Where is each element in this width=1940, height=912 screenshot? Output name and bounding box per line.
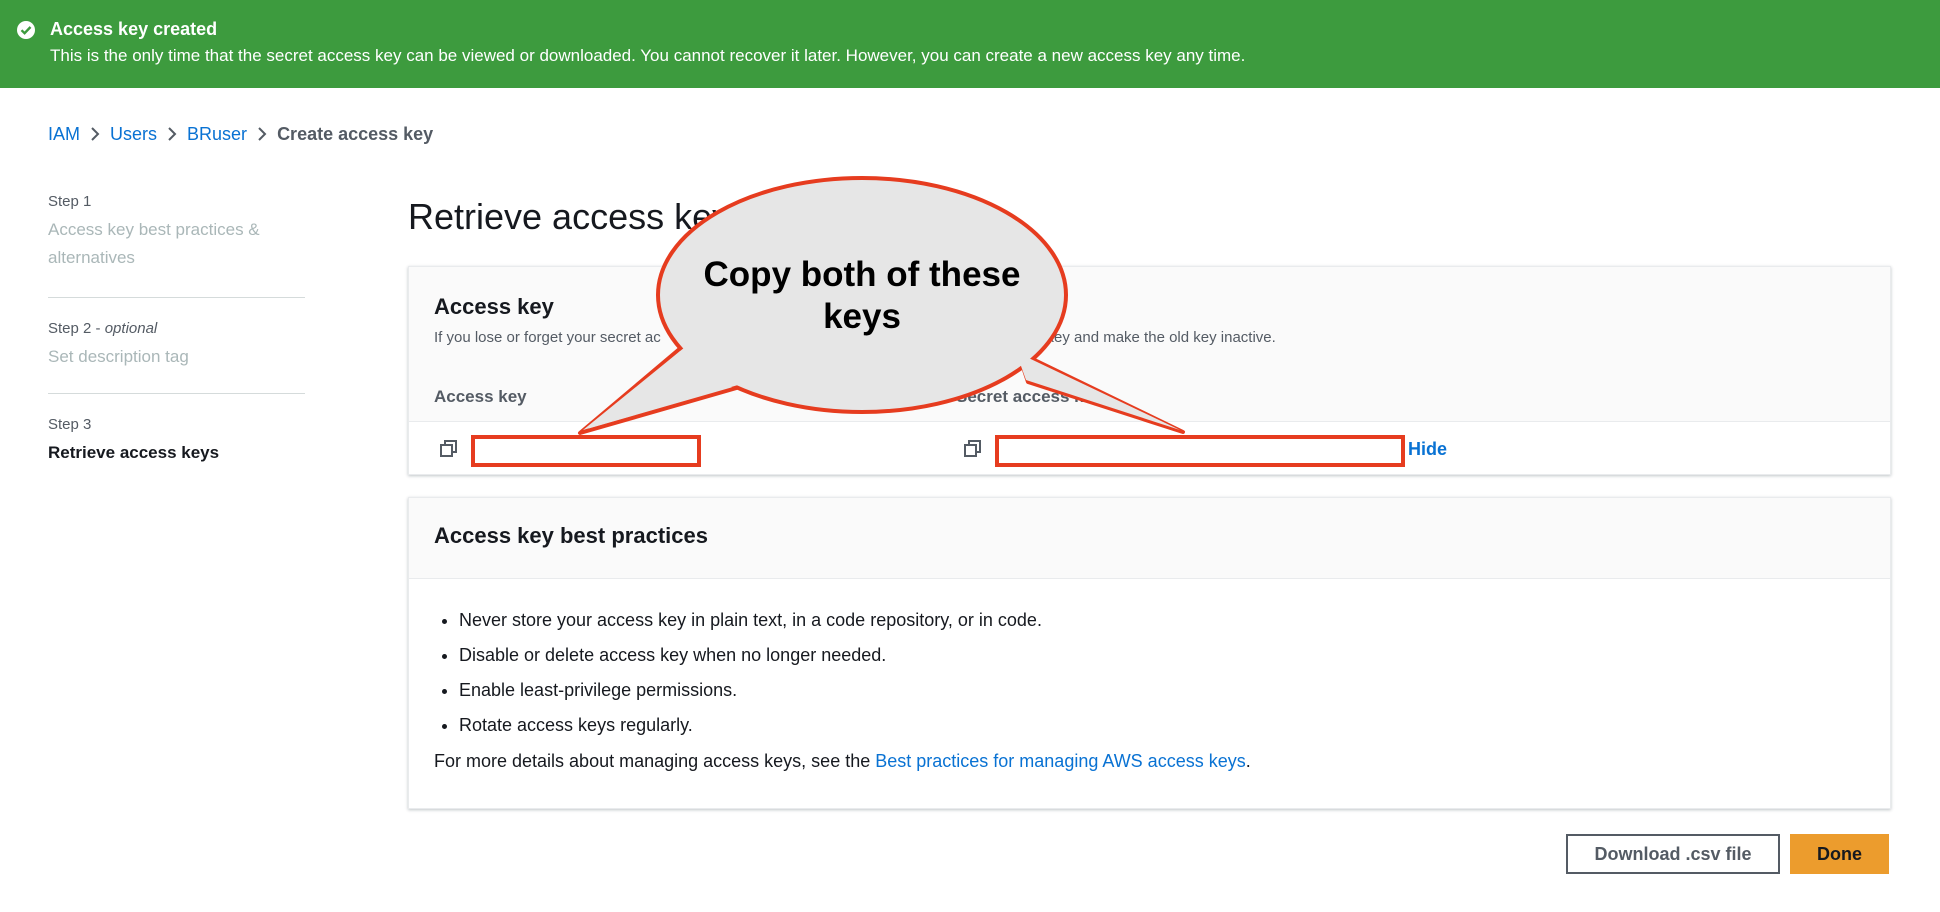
key-table-header (409, 371, 1890, 422)
breadcrumb-bruser[interactable]: BRuser (187, 124, 247, 145)
annotation-text: Copy both of these keys (684, 254, 1040, 338)
banner-message: This is the only time that the secret ac… (50, 46, 1246, 65)
list-item: Rotate access keys regularly. (459, 708, 1042, 743)
hide-secret-link[interactable]: Hide (1408, 439, 1447, 460)
access-key-panel-description-right: ccess key and make the old key inactive. (1004, 329, 1276, 346)
page-title: Retrieve access keys (408, 196, 749, 237)
step-2[interactable]: Step 2 - optional Set description tag (48, 320, 305, 371)
chevron-right-icon (168, 127, 177, 141)
column-access-key: Access key (434, 387, 527, 406)
access-key-panel-description: If you lose or forget your secret ac (434, 329, 661, 346)
list-item: Enable least-privilege permissions. (459, 673, 1042, 708)
step-divider (48, 297, 305, 298)
step-1-label: Step 1 (48, 193, 92, 210)
banner-title: Access key created (50, 19, 218, 39)
chevron-right-icon (91, 127, 100, 141)
check-circle-icon (17, 21, 35, 39)
breadcrumb: IAM Users BRuser Create access key (48, 122, 433, 146)
annotation-line-2: keys (823, 297, 901, 336)
secret-access-key-value[interactable] (995, 435, 1405, 467)
step-3: Step 3 Retrieve access keys (48, 416, 305, 467)
chevron-right-icon (258, 127, 267, 141)
best-practices-panel: Access key best practices Never store yo… (408, 497, 1891, 809)
access-key-value[interactable] (471, 435, 701, 467)
step-3-label: Step 3 (48, 416, 92, 433)
copy-icon[interactable] (964, 440, 982, 458)
step-2-name: Set description tag (48, 347, 189, 366)
breadcrumb-users[interactable]: Users (110, 124, 157, 145)
breadcrumb-current: Create access key (277, 123, 434, 144)
best-practices-list: Never store your access key in plain tex… (434, 603, 1042, 743)
best-practices-link[interactable]: Best practices for managing AWS access k… (875, 751, 1246, 771)
step-1[interactable]: Step 1 Access key best practices & alter… (48, 193, 305, 272)
access-key-panel-header: Access key If you lose or forget your se… (409, 267, 1890, 372)
step-divider (48, 393, 305, 394)
best-practices-header: Access key best practices (409, 498, 1890, 579)
more-details-text: For more details about managing access k… (434, 751, 1251, 772)
more-details-prefix: For more details about managing access k… (434, 751, 876, 771)
column-secret-access-key: Secret access key (956, 387, 1103, 406)
download-csv-button[interactable]: Download .csv file (1566, 834, 1780, 874)
step-3-name: Retrieve access keys (48, 443, 220, 462)
best-practices-title: Access key best practices (434, 523, 708, 548)
done-button[interactable]: Done (1790, 834, 1889, 874)
access-key-panel-title: Access key (434, 294, 554, 319)
access-key-panel: Access key If you lose or forget your se… (408, 266, 1891, 475)
success-banner: Access key created This is the only time… (0, 0, 1940, 88)
list-item: Never store your access key in plain tex… (459, 603, 1042, 638)
breadcrumb-iam[interactable]: IAM (48, 124, 80, 145)
step-1-name: Access key best practices & alternatives (48, 220, 260, 267)
copy-icon[interactable] (440, 440, 458, 458)
step-2-label: Step 2 - optional (48, 320, 158, 337)
annotation-line-1: Copy both of these (703, 255, 1021, 294)
list-item: Disable or delete access key when no lon… (459, 638, 1042, 673)
more-details-suffix: . (1245, 751, 1251, 771)
